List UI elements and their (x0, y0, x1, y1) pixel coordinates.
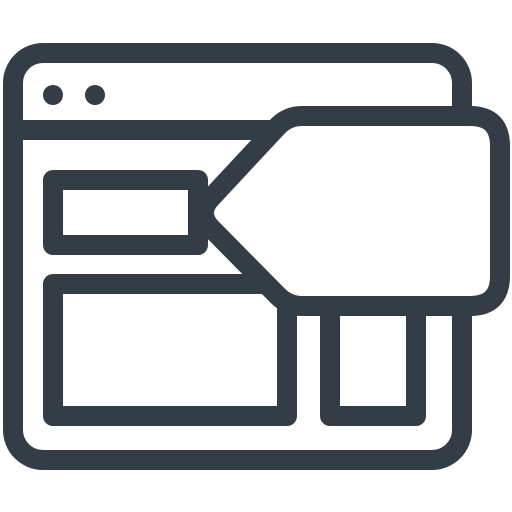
window-dot-2 (85, 85, 105, 105)
window-dot-1 (43, 85, 63, 105)
callout-tag-shape (194, 106, 510, 316)
browser-window-tag-icon (3, 43, 510, 470)
header-block (43, 170, 208, 255)
icon-canvas (0, 0, 512, 512)
side-content-block (320, 295, 426, 426)
main-content-block (43, 274, 297, 426)
